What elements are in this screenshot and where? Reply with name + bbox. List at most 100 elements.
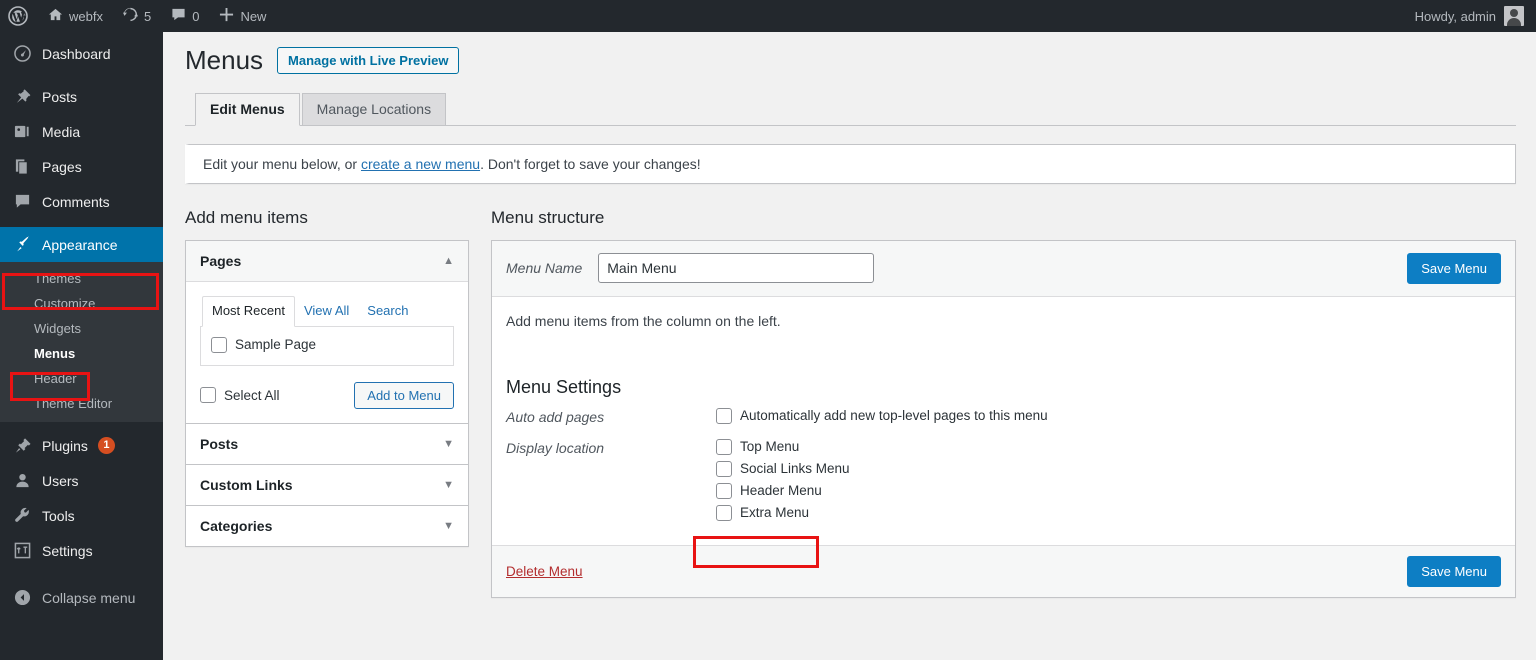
add-to-menu-button[interactable]: Add to Menu <box>354 381 454 409</box>
menu-name-label: Menu Name <box>506 260 583 277</box>
paintbrush-icon <box>12 236 32 253</box>
menu-structure-footer: Delete Menu Save Menu <box>492 544 1515 597</box>
manage-with-live-preview-button[interactable]: Manage with Live Preview <box>277 47 460 75</box>
page-header: Menus Manage with Live Preview <box>185 44 1516 78</box>
admin-bar: webfx 5 0 New Howdy, admin <box>0 0 1536 32</box>
avatar-icon[interactable] <box>1504 6 1524 26</box>
comments-icon <box>12 193 32 210</box>
add-menu-items-column: Add menu items Pages ▲ Most Recent View … <box>185 208 469 547</box>
home-icon <box>48 7 63 25</box>
wordpress-logo-icon <box>8 6 28 26</box>
sidebar-item-dashboard[interactable]: Dashboard <box>0 36 163 71</box>
caret-down-icon[interactable]: ▼ <box>443 520 454 532</box>
site-name-label: webfx <box>69 8 103 24</box>
sidebar-item-label: Appearance <box>42 236 118 253</box>
page-tabs: Edit Menus Manage Locations <box>185 92 1516 126</box>
panel-posts-header[interactable]: Posts ▼ <box>186 424 468 464</box>
location-header-menu-checkbox[interactable] <box>716 482 732 499</box>
howdy-label[interactable]: Howdy, admin <box>1415 0 1496 32</box>
location-header-menu[interactable]: Header Menu <box>716 482 850 499</box>
menu-structure-column: Menu structure Menu Name Save Menu Add m… <box>491 208 1516 598</box>
wordpress-logo-button[interactable] <box>0 0 38 32</box>
sidebar-subitem-header[interactable]: Header <box>0 366 163 391</box>
main-content: Menus Manage with Live Preview Edit Menu… <box>163 32 1536 660</box>
appearance-submenu: Themes Customize Widgets Menus Header Th… <box>0 262 163 422</box>
dashboard-icon <box>12 45 32 62</box>
sidebar-item-posts[interactable]: Posts <box>0 79 163 114</box>
pages-panel-footer: Select All Add to Menu <box>200 381 454 409</box>
save-menu-button-top[interactable]: Save Menu <box>1407 252 1501 284</box>
admin-sidebar: Dashboard Posts Media Pages Comments App… <box>0 32 163 660</box>
tab-view-all[interactable]: View All <box>295 297 358 326</box>
location-label: Social Links Menu <box>740 461 850 477</box>
list-item[interactable]: Sample Page <box>211 336 443 353</box>
location-extra-menu-checkbox[interactable] <box>716 504 732 521</box>
select-all-row[interactable]: Select All <box>200 387 280 404</box>
panel-custom-links-header[interactable]: Custom Links ▼ <box>186 465 468 505</box>
updates-icon <box>122 7 138 25</box>
sidebar-subitem-widgets[interactable]: Widgets <box>0 316 163 341</box>
sidebar-item-label: Posts <box>42 88 78 105</box>
location-extra-menu[interactable]: Extra Menu <box>716 504 850 521</box>
sample-page-label: Sample Page <box>235 337 317 353</box>
sidebar-item-appearance[interactable]: Appearance <box>0 227 163 262</box>
comments-button[interactable]: 0 <box>161 0 209 32</box>
site-name-button[interactable]: webfx <box>38 0 113 32</box>
panel-posts-title: Posts <box>200 435 239 452</box>
menu-structure-hint: Add menu items from the column on the le… <box>506 312 781 329</box>
location-top-menu[interactable]: Top Menu <box>716 438 850 455</box>
menu-settings-heading: Menu Settings <box>506 376 622 397</box>
tab-most-recent[interactable]: Most Recent <box>202 295 295 327</box>
caret-up-icon[interactable]: ▲ <box>443 255 454 267</box>
auto-add-pages-option[interactable]: Automatically add new top-level pages to… <box>716 407 1048 424</box>
panel-pages-header[interactable]: Pages ▲ <box>186 240 468 282</box>
save-menu-button-bottom[interactable]: Save Menu <box>1407 555 1501 587</box>
tab-manage-locations[interactable]: Manage Locations <box>301 92 447 125</box>
plus-icon <box>219 7 234 25</box>
sidebar-subitem-menus[interactable]: Menus <box>0 341 163 366</box>
sidebar-item-label: Pages <box>42 158 82 175</box>
location-label: Extra Menu <box>740 505 810 521</box>
sidebar-subitem-theme-editor[interactable]: Theme Editor <box>0 391 163 416</box>
location-social-links-menu-checkbox[interactable] <box>716 460 732 477</box>
sidebar-subitem-customize[interactable]: Customize <box>0 291 163 316</box>
location-social-links-menu[interactable]: Social Links Menu <box>716 460 850 477</box>
sample-page-checkbox[interactable] <box>211 336 227 353</box>
new-label: New <box>240 8 267 24</box>
panel-pages: Pages ▲ Most Recent View All Search Samp… <box>185 239 469 424</box>
notice-text-before: Edit your menu below, or <box>203 155 361 172</box>
panel-custom-links-title: Custom Links <box>200 476 293 493</box>
caret-down-icon[interactable]: ▼ <box>443 479 454 491</box>
sidebar-item-media[interactable]: Media <box>0 114 163 149</box>
pages-source-tabs: Most Recent View All Search <box>200 295 454 327</box>
select-all-checkbox[interactable] <box>200 387 216 404</box>
new-content-button[interactable]: New <box>209 0 276 32</box>
comments-count: 0 <box>192 8 200 24</box>
sidebar-subitem-themes[interactable]: Themes <box>0 266 163 291</box>
sidebar-item-label: Media <box>42 123 81 140</box>
delete-menu-link[interactable]: Delete Menu <box>506 564 583 579</box>
location-top-menu-checkbox[interactable] <box>716 438 732 455</box>
menu-structure-heading: Menu structure <box>491 207 605 227</box>
create-a-new-menu-link[interactable]: create a new menu <box>361 156 480 172</box>
panel-categories-header[interactable]: Categories ▼ <box>186 506 468 546</box>
menu-structure-body: Add menu items from the column on the le… <box>492 297 1515 545</box>
auto-add-pages-checkbox[interactable] <box>716 407 732 424</box>
updates-button[interactable]: 5 <box>113 0 161 32</box>
collapse-menu-button[interactable]: Collapse menu <box>0 580 163 615</box>
menu-name-input[interactable] <box>598 253 875 284</box>
sidebar-item-settings[interactable]: Settings <box>0 533 163 568</box>
tab-edit-menus[interactable]: Edit Menus <box>195 92 300 126</box>
updates-count: 5 <box>143 8 152 24</box>
caret-down-icon[interactable]: ▼ <box>443 438 454 450</box>
sidebar-item-comments[interactable]: Comments <box>0 184 163 219</box>
tab-search[interactable]: Search <box>358 297 417 326</box>
panel-custom-links: Custom Links ▼ <box>185 464 469 506</box>
sidebar-item-pages[interactable]: Pages <box>0 149 163 184</box>
add-menu-items-heading: Add menu items <box>185 207 308 227</box>
sidebar-item-users[interactable]: Users <box>0 463 163 498</box>
sidebar-item-plugins[interactable]: Plugins 1 <box>0 428 163 463</box>
panel-posts: Posts ▼ <box>185 423 469 465</box>
collapse-arrow-icon <box>12 589 32 606</box>
sidebar-item-tools[interactable]: Tools <box>0 498 163 533</box>
